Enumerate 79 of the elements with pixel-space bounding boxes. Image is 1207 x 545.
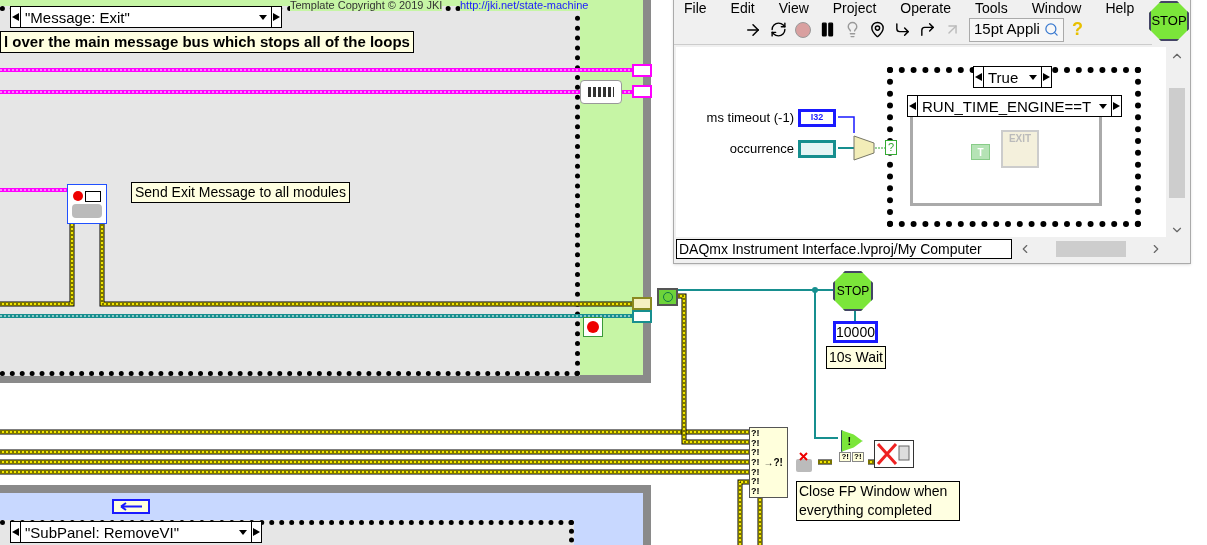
decrement-arrow-icon — [975, 73, 982, 81]
select-mark: ! — [847, 433, 852, 449]
input-mark: ?! — [751, 467, 760, 477]
status-path: DAQmx Instrument Interface.lvproj/My Computer — [676, 239, 1012, 259]
dropdown-arrow-icon — [259, 14, 267, 20]
dropdown-arrow-icon — [239, 529, 247, 535]
dropdown-arrow-icon — [1029, 74, 1037, 80]
menu-item[interactable]: View — [778, 1, 809, 15]
decrement-arrow-icon — [909, 102, 916, 110]
decrement-arrow-icon — [12, 528, 19, 536]
input-mark: ?! — [751, 448, 760, 458]
scroll-thumb[interactable] — [1169, 88, 1185, 198]
input-mark: ?! — [839, 452, 851, 462]
font-selector[interactable]: 15pt Appli — [969, 17, 1064, 42]
menu-item[interactable]: File — [684, 1, 707, 15]
control-label: occurrence — [729, 140, 794, 158]
step-into-icon[interactable] — [894, 21, 911, 38]
increment-arrow-icon — [273, 13, 280, 21]
increment-arrow-icon — [1043, 73, 1050, 81]
increment-arrow-icon — [253, 528, 260, 536]
boolean-indicator-icon — [657, 288, 678, 306]
exit-message-icon — [67, 184, 107, 224]
shift-register-icon — [112, 499, 150, 514]
case-selector[interactable]: "Message: Exit" — [10, 6, 282, 28]
menu-item[interactable]: Help — [1105, 1, 1135, 15]
pause-icon[interactable] — [819, 21, 836, 38]
abort-icon[interactable] — [795, 21, 811, 38]
output-mark: →?! — [763, 456, 783, 470]
stop-text: STOP — [836, 283, 870, 300]
shift-register-icon — [632, 310, 652, 323]
search-icon — [1043, 22, 1059, 37]
decrement-arrow-icon — [12, 13, 19, 21]
stop-text: STOP — [1151, 12, 1187, 31]
wire — [0, 188, 69, 192]
boolean-constant: T — [971, 144, 990, 160]
input-mark: ?! — [751, 486, 760, 496]
case-selector[interactable]: True — [973, 66, 1052, 88]
copyright-text: Template Copyright © 2019 JKI — [290, 0, 443, 11]
constant-label: 10s Wait — [826, 346, 886, 369]
step-over-icon[interactable] — [919, 21, 936, 38]
case-selector[interactable]: RUN_TIME_ENGINE==T — [907, 95, 1123, 117]
menu-item[interactable]: Tools — [974, 1, 1008, 15]
shift-register-icon — [632, 297, 652, 310]
input-mark: ?! — [751, 477, 760, 487]
control-label: ms timeout (-1) — [706, 109, 794, 127]
wire — [837, 147, 855, 149]
comment: l over the main message bus which stops all of the loops — [0, 31, 414, 53]
numeric-constant: 10000 — [833, 321, 878, 343]
close-window-icon — [874, 440, 914, 468]
close-reference-icon — [795, 452, 813, 472]
run-continuously-icon[interactable] — [770, 21, 787, 38]
wait-function-icon — [853, 135, 875, 161]
shift-register-icon — [632, 64, 652, 77]
case-terminal: ? — [885, 140, 897, 155]
case-selector[interactable]: "SubPanel: RemoveVI" — [10, 521, 262, 543]
wire — [837, 116, 855, 134]
input-mark: ?! — [852, 452, 864, 462]
input-mark: ?! — [751, 457, 760, 467]
input-mark: ?! — [751, 429, 760, 438]
bundle-node-icon — [580, 80, 622, 104]
stop-sign-icon[interactable]: STOP — [1149, 1, 1189, 41]
wire — [874, 147, 888, 149]
wire — [737, 479, 750, 545]
increment-arrow-icon — [1113, 102, 1121, 110]
dropdown-arrow-icon — [1099, 103, 1108, 109]
shift-register-icon — [632, 85, 652, 98]
menu-item[interactable]: Project — [832, 1, 877, 15]
menu-item[interactable]: Operate — [900, 1, 951, 15]
scroll-thumb[interactable] — [1055, 241, 1126, 257]
stop-terminal-icon — [583, 317, 603, 337]
menu-item[interactable]: Edit — [730, 1, 755, 15]
comment: Close FP Window when everything completed — [796, 481, 960, 521]
exit-text: EXIT — [1008, 134, 1032, 144]
comment: Send Exit Message to all modules — [131, 182, 350, 203]
link[interactable]: http://jki.net/state-machine — [460, 0, 589, 11]
menu-item[interactable]: Window — [1031, 1, 1082, 15]
input-mark: ?! — [751, 438, 760, 448]
wire — [815, 459, 877, 465]
wire — [757, 496, 763, 545]
